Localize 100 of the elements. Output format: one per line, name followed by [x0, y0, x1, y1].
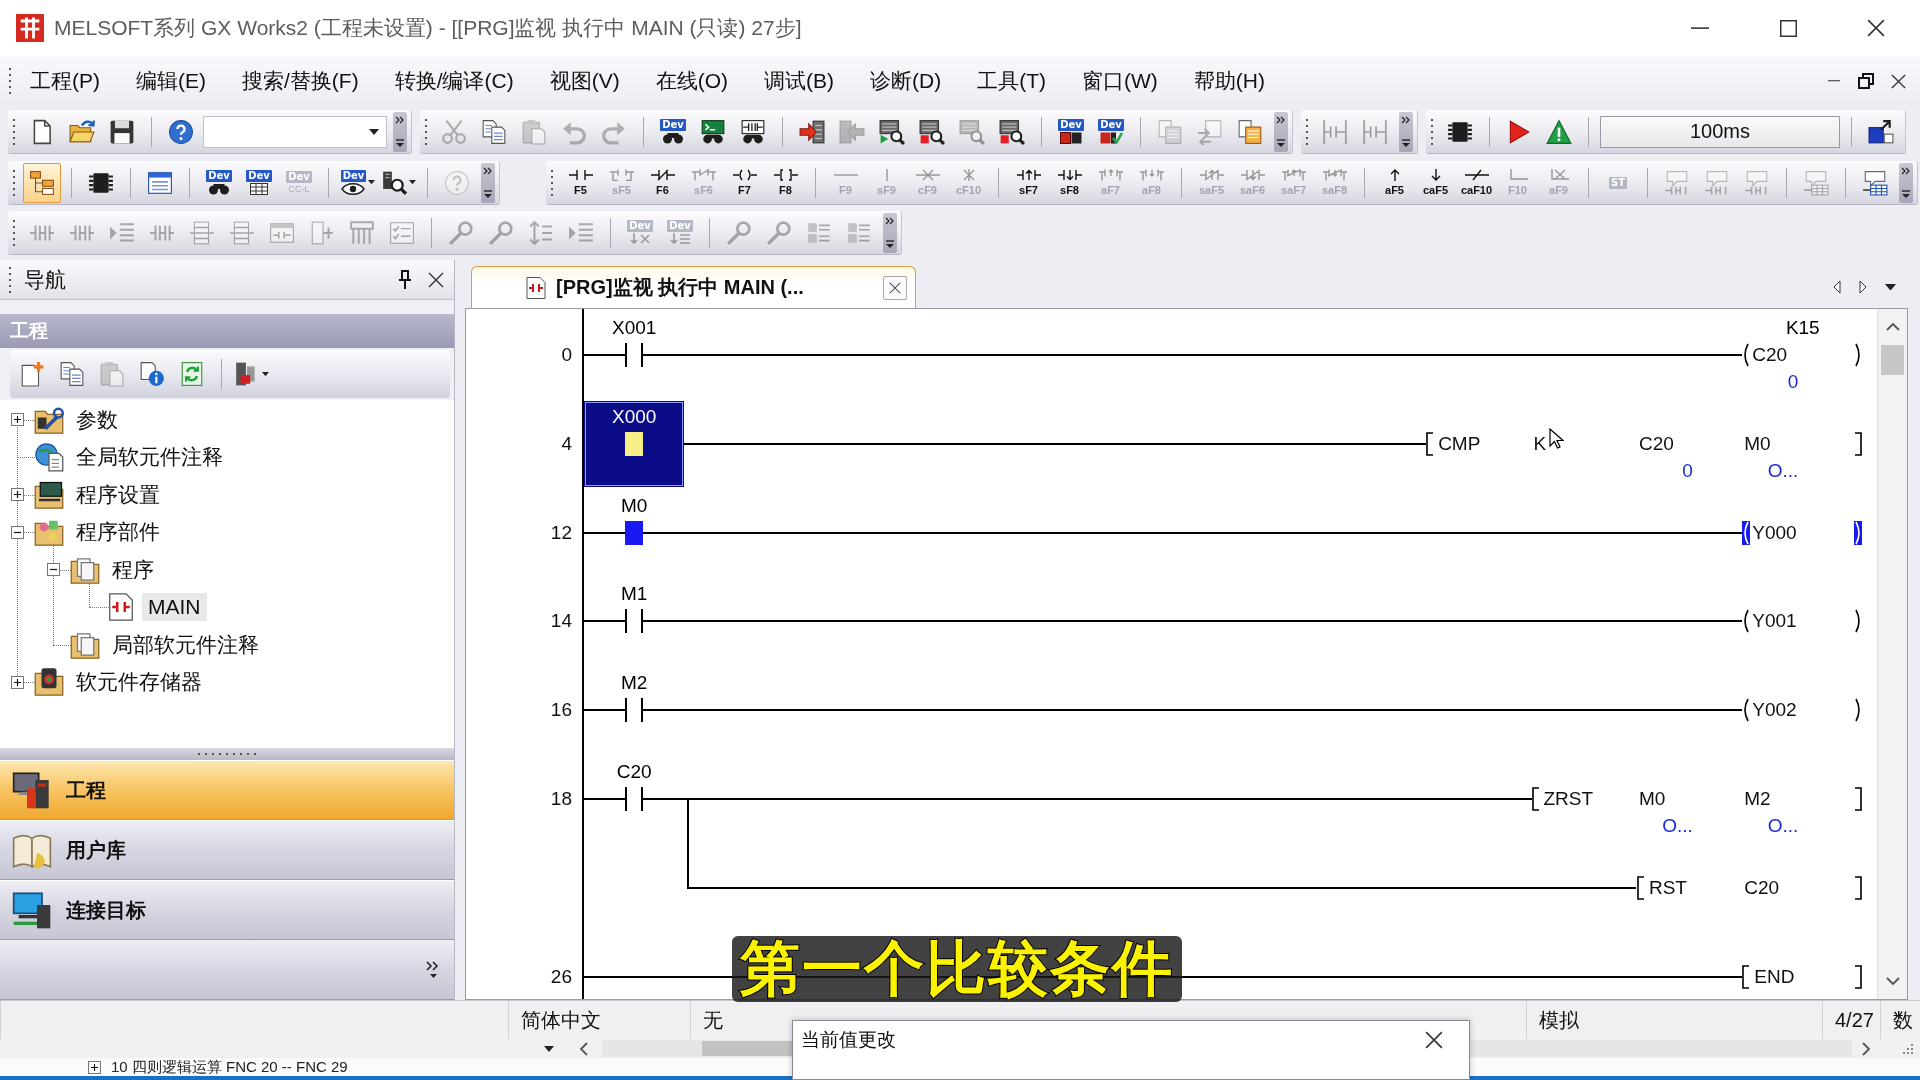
- square-magnifier-icon[interactable]: [999, 118, 1025, 145]
- close-icon[interactable]: [428, 271, 444, 288]
- grip-icon[interactable]: [8, 265, 12, 294]
- close-icon[interactable]: [1867, 19, 1885, 37]
- nav-view-button[interactable]: 工程: [0, 760, 454, 820]
- menu-item[interactable]: 工程(P): [12, 64, 118, 98]
- caret-icon[interactable]: [369, 128, 379, 135]
- close-icon[interactable]: [1890, 73, 1906, 89]
- scroll-up-icon[interactable]: [1885, 323, 1900, 331]
- binoculars-icon[interactable]: [661, 132, 685, 144]
- tree-item[interactable]: 程序: [110, 553, 156, 586]
- tree-item[interactable]: 参数: [74, 403, 120, 436]
- tree-view-icon[interactable]: [29, 169, 55, 196]
- vertical-scrollbar[interactable]: [1877, 309, 1907, 999]
- grip-icon[interactable]: [550, 168, 554, 197]
- tree-item[interactable]: 软元件存储器: [74, 666, 204, 699]
- editor-tab[interactable]: [PRG]监视 执行中 MAIN (...: [471, 266, 916, 308]
- expand-icon[interactable]: [10, 488, 24, 502]
- tree-item[interactable]: 10 四则逻辑运算 FNC 20 -- FNC 29: [111, 1058, 348, 1076]
- toolbar-button[interactable]: sF8: [1050, 162, 1089, 203]
- arrow-into-block-icon[interactable]: [799, 118, 825, 145]
- caret-icon[interactable]: [408, 180, 416, 185]
- collapse-icon[interactable]: [46, 563, 60, 577]
- menu-item[interactable]: 编辑(E): [118, 64, 224, 98]
- closed-contact-icon[interactable]: [650, 169, 675, 181]
- value-field[interactable]: 100ms: [1600, 115, 1840, 148]
- menu-item[interactable]: 诊断(D): [852, 64, 960, 98]
- menu-item[interactable]: 在线(O): [637, 64, 746, 98]
- restore-icon[interactable]: [1858, 73, 1874, 89]
- scroll-down-icon[interactable]: [1885, 977, 1900, 985]
- menu-item[interactable]: 转换/编译(C): [376, 64, 532, 98]
- toolbar-button[interactable]: Dev: [339, 162, 377, 203]
- toolbar-button[interactable]: Dev: [200, 162, 238, 203]
- toolbar-button[interactable]: F5: [561, 162, 600, 203]
- save-icon[interactable]: [109, 118, 135, 145]
- device-arrow-icon[interactable]: [1868, 118, 1894, 145]
- search-device-icon[interactable]: [380, 169, 407, 196]
- scroll-right-icon[interactable]: [1862, 1041, 1870, 1056]
- menu-item[interactable]: 帮助(H): [1175, 64, 1283, 98]
- menu-item[interactable]: 窗口(W): [1063, 64, 1176, 98]
- resize-grip-icon[interactable]: [1902, 1042, 1914, 1055]
- cursor-box[interactable]: X000: [584, 400, 685, 487]
- triangle-right-icon[interactable]: [1859, 280, 1867, 294]
- expand-icon[interactable]: [88, 1060, 101, 1074]
- toolbar-button[interactable]: F7: [725, 162, 764, 203]
- contact-icon[interactable]: [568, 169, 593, 181]
- nav-view-button[interactable]: 连接目标: [0, 880, 454, 940]
- triangle-left-icon[interactable]: [1833, 280, 1841, 294]
- grip-icon[interactable]: [424, 117, 428, 146]
- grip-icon[interactable]: [1305, 117, 1309, 146]
- expand-icon[interactable]: [10, 413, 24, 427]
- refresh-icon[interactable]: [179, 361, 205, 387]
- grip-icon[interactable]: [12, 117, 16, 146]
- blocks-icon[interactable]: [1059, 132, 1083, 144]
- toolbar-button[interactable]: F8: [766, 162, 805, 203]
- help-icon[interactable]: [168, 118, 194, 145]
- minimize-icon[interactable]: [1691, 26, 1709, 30]
- comment-grid-icon[interactable]: [1862, 169, 1888, 196]
- falling-contact-icon[interactable]: [1057, 169, 1082, 181]
- tree-item[interactable]: 局部软元件注释: [110, 628, 261, 661]
- window-list-icon[interactable]: [147, 169, 173, 196]
- menu-item[interactable]: 搜索/替换(F): [224, 64, 377, 98]
- scrollbar-thumb[interactable]: [702, 1041, 792, 1056]
- coil-icon[interactable]: [732, 169, 757, 181]
- toolbar-button[interactable]: Dev: [654, 111, 692, 152]
- menu-item[interactable]: 调试(B): [746, 64, 852, 98]
- toolbar-button[interactable]: F6: [643, 162, 682, 203]
- double-chevron-icon[interactable]: [426, 960, 440, 979]
- copy-icon[interactable]: [59, 361, 85, 387]
- caret-icon[interactable]: [1885, 283, 1896, 291]
- scroll-left-icon[interactable]: [580, 1041, 588, 1056]
- toolbar-button[interactable]: Dev: [240, 162, 278, 203]
- scrollbar-thumb[interactable]: [1881, 345, 1904, 375]
- grid-icon[interactable]: [247, 183, 271, 195]
- eye-icon[interactable]: [341, 183, 366, 195]
- tree-item[interactable]: 全局软元件注释: [74, 441, 225, 474]
- toolbar-button[interactable]: aF5: [1375, 162, 1414, 203]
- menu-item[interactable]: 工具(T): [959, 64, 1064, 98]
- toolbar-button[interactable]: sF7: [1009, 162, 1048, 203]
- square-magnifier-icon[interactable]: [919, 118, 945, 145]
- toolbar-button[interactable]: caF5: [1416, 162, 1455, 203]
- caret-icon[interactable]: [544, 1045, 554, 1052]
- page-info-icon[interactable]: [139, 361, 165, 387]
- binoculars-icon[interactable]: [207, 183, 231, 195]
- tree-item[interactable]: MAIN: [142, 593, 207, 622]
- nav-view-button[interactable]: 用户库: [0, 820, 454, 880]
- copy-icon[interactable]: [481, 118, 507, 145]
- menu-item[interactable]: 视图(V): [531, 64, 638, 98]
- document-stack-icon[interactable]: [1237, 118, 1263, 145]
- caret-icon[interactable]: [261, 371, 269, 377]
- caret-icon[interactable]: [368, 180, 376, 185]
- screen-binoculars-icon[interactable]: [700, 118, 726, 145]
- warning-icon[interactable]: [1546, 118, 1572, 145]
- check-blocks-icon[interactable]: [1099, 132, 1123, 144]
- grip-icon[interactable]: [8, 67, 12, 95]
- collapse-icon[interactable]: [10, 525, 24, 539]
- maximize-icon[interactable]: [1779, 19, 1797, 37]
- toolbar-button[interactable]: Dev: [1092, 111, 1130, 152]
- expand-icon[interactable]: [10, 675, 24, 689]
- toolbar-button[interactable]: Dev: [1052, 111, 1090, 152]
